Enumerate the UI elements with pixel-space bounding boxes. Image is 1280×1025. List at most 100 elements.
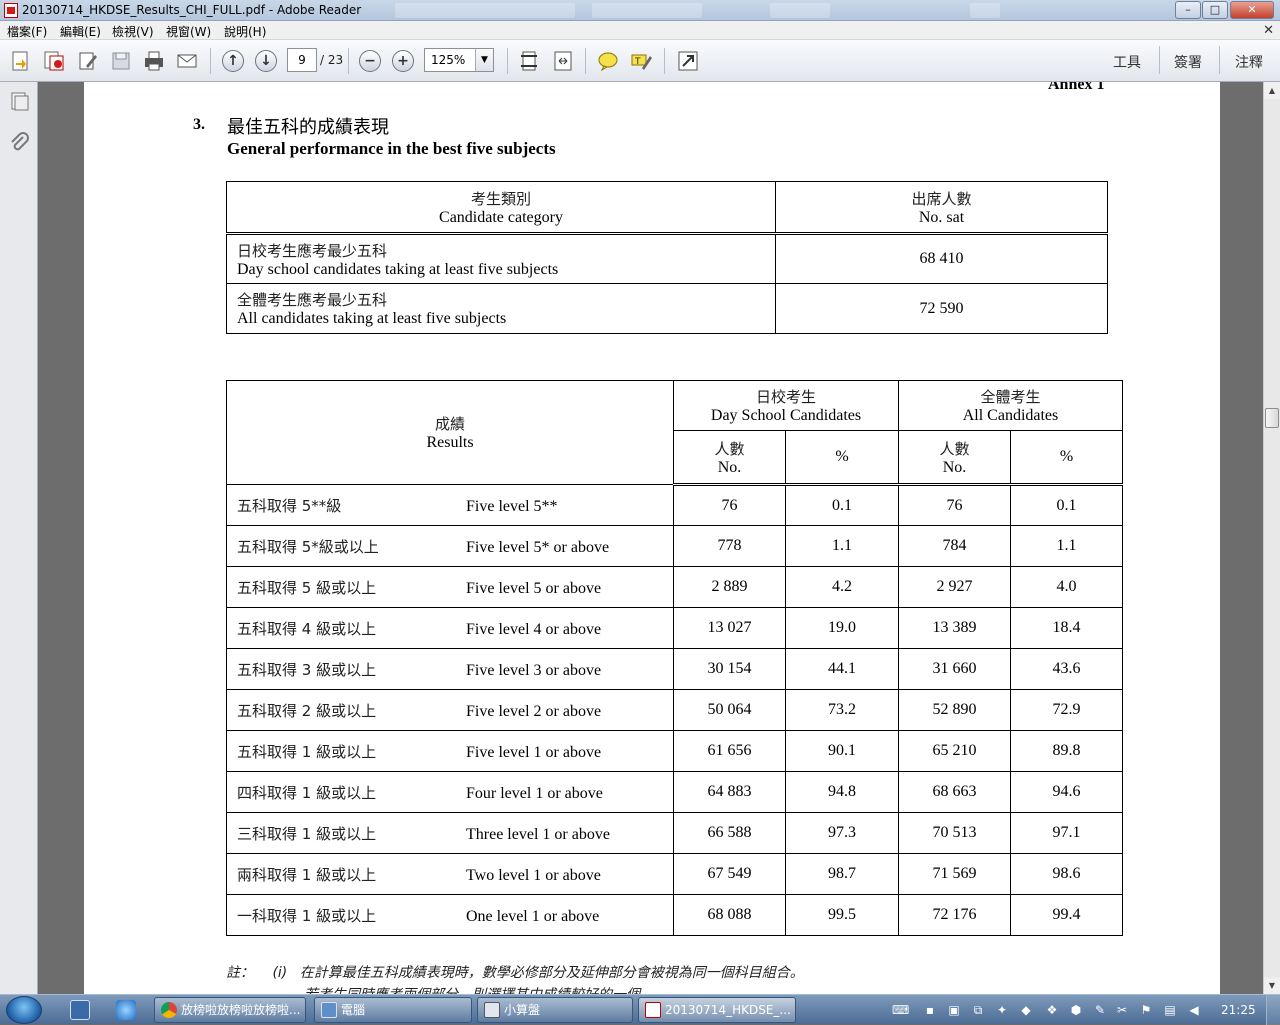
sign-button[interactable]: 簽署 (1174, 52, 1202, 72)
cell-all-no: 76 (898, 484, 1011, 526)
taskbar-clock[interactable]: 21:25 (1221, 1003, 1256, 1017)
network-app-icon[interactable]: ✦ (994, 1002, 1010, 1018)
attachments-icon[interactable] (8, 132, 30, 154)
result-label-cell: 五科取得 2 級或以上 Five level 2 or above (226, 689, 674, 731)
tool-icon[interactable]: ✂ (1114, 1002, 1130, 1018)
monitor-icon[interactable]: ▪ (922, 1002, 938, 1018)
cell-day-pct: 94.8 (785, 771, 899, 813)
keyboard-icon[interactable]: ⌨ (892, 1002, 909, 1018)
taskbar-label: 電腦 (341, 1003, 366, 1017)
cell-day-pct: 99.5 (785, 894, 899, 936)
menu-file[interactable]: 檔案(F) (7, 23, 47, 40)
section-number: 3. (193, 116, 205, 133)
fullscreen-icon[interactable] (676, 49, 700, 73)
candidates-sat-table: 考生類別 Candidate category 出席人數 No. sat 日校考… (226, 181, 1108, 334)
header-day-school: 日校考生 Day School Candidates (673, 380, 899, 431)
vertical-scrollbar[interactable]: ▲ ▼ (1263, 82, 1280, 994)
minimize-button[interactable]: – (1175, 1, 1201, 19)
dropbox-icon[interactable]: ❖ (1044, 1002, 1060, 1018)
show-desktop-button[interactable] (1266, 995, 1280, 1025)
zoom-out-button[interactable]: − (358, 49, 382, 73)
cell-all-pct: 4.0 (1010, 566, 1123, 608)
zoom-select[interactable]: 125% ▼ (424, 48, 494, 72)
fit-width-icon[interactable] (551, 49, 575, 73)
result-label-en: Five level 1 or above (466, 743, 602, 761)
minimize-icon: – (1185, 3, 1191, 16)
close-button[interactable]: ✕ (1230, 1, 1274, 19)
print-icon[interactable] (142, 49, 166, 73)
taskbar-adobe-reader-window[interactable]: 20130714_HKDSE_... (638, 997, 796, 1023)
edit-icon[interactable] (76, 49, 100, 73)
result-label-cell: 三科取得 1 級或以上 Three level 1 or above (226, 812, 674, 854)
cell-all-pct: 0.1 (1010, 484, 1123, 526)
title-bar-reflection (592, 3, 702, 18)
no-sat-cell: 68 410 (775, 233, 1108, 284)
menu-edit[interactable]: 編輯(E) (60, 23, 101, 40)
cell-day-pct: 98.7 (785, 853, 899, 895)
next-page-button[interactable]: ↓ (254, 49, 278, 73)
computer-icon (321, 1002, 337, 1018)
taskbar-chrome-window[interactable]: 放榜啦放榜啦放榜啦... (154, 997, 306, 1023)
prev-page-button[interactable]: ↑ (221, 49, 245, 73)
comment-panel-button[interactable]: 注釋 (1235, 52, 1263, 72)
header-en: No. (942, 458, 967, 476)
menu-help[interactable]: 說明(H) (224, 23, 266, 40)
start-button[interactable] (6, 996, 42, 1024)
zoom-in-button[interactable]: + (391, 49, 415, 73)
category-zh: 日校考生應考最少五科 (237, 241, 388, 260)
save-icon[interactable] (109, 49, 133, 73)
page-number-input[interactable]: 9 (287, 48, 317, 72)
maximize-button[interactable]: □ (1202, 1, 1228, 19)
toolbar-separator (664, 48, 665, 74)
table-row: 五科取得 4 級或以上 Five level 4 or above 13 027 19… (226, 607, 1123, 649)
close-document-icon[interactable]: ✕ (1263, 23, 1274, 38)
document-viewport[interactable]: Annex 1 3. 最佳五科的成績表現 General performance… (38, 82, 1263, 994)
menu-view[interactable]: 檢視(V) (112, 23, 154, 40)
internet-explorer-icon[interactable] (116, 1000, 136, 1020)
header-zh: 人數 (714, 439, 745, 458)
menu-window[interactable]: 視窗(W) (166, 23, 211, 40)
note-text: 在計算最佳五科成績表現時，數學必修部分及延伸部分會被視為同一個科目組合。 (299, 965, 804, 981)
email-icon[interactable] (175, 49, 199, 73)
page-thumbnails-icon[interactable] (8, 90, 30, 112)
highlight-icon[interactable]: T (629, 49, 653, 73)
taskbar-calculator-window[interactable]: 小算盤 (477, 997, 633, 1023)
display-icon[interactable]: ▣ (946, 1002, 962, 1018)
comment-icon[interactable] (596, 49, 620, 73)
header-en: No. sat (918, 208, 965, 226)
result-label-zh: 五科取得 1 級或以上 (237, 742, 377, 761)
result-label-cell: 五科取得 4 級或以上 Five level 4 or above (226, 607, 674, 649)
tools-button[interactable]: 工具 (1113, 52, 1141, 72)
adobe-reader-icon (4, 3, 18, 18)
result-label-en: Five level 5** (466, 497, 558, 515)
device-icon[interactable]: ⧉ (970, 1002, 986, 1018)
table-header-row: 考生類別 Candidate category 出席人數 No. sat (226, 181, 1108, 235)
scrollbar-thumb[interactable] (1265, 408, 1279, 428)
table-row: 兩科取得 1 級或以上 Two level 1 or above 67 549 98.… (226, 853, 1123, 895)
volume-icon[interactable]: ◀ (1186, 1002, 1202, 1018)
chevron-down-icon[interactable]: ▼ (475, 49, 493, 71)
cell-all-pct: 99.4 (1010, 894, 1123, 936)
result-label-cell: 四科取得 1 級或以上 Four level 1 or above (226, 771, 674, 813)
audio-device-icon[interactable]: ✎ (1092, 1002, 1108, 1018)
combine-files-icon[interactable] (42, 49, 66, 73)
scroll-up-icon[interactable]: ▲ (1264, 82, 1280, 99)
result-label-zh: 四科取得 1 級或以上 (237, 783, 377, 802)
create-pdf-icon[interactable] (9, 49, 33, 73)
network-icon[interactable]: ▤ (1162, 1002, 1178, 1018)
result-label-cell: 一科取得 1 級或以上 One level 1 or above (226, 894, 674, 936)
result-label-zh: 五科取得 4 級或以上 (237, 619, 377, 638)
show-desktop-quick-icon[interactable] (70, 1000, 90, 1020)
security-icon[interactable]: ◆ (1018, 1002, 1034, 1018)
fit-page-icon[interactable] (517, 49, 541, 73)
taskbar-computer-window[interactable]: 電腦 (314, 997, 472, 1023)
flag-icon[interactable]: ⚑ (1138, 1002, 1154, 1018)
result-label-en: Five level 5 or above (466, 579, 602, 597)
cell-all-pct: 18.4 (1010, 607, 1123, 649)
footnote-line-2: 若考生同時應考兩個部分，則選擇其中成績較好的一個。 (304, 984, 654, 994)
shield-icon[interactable]: ⬢ (1068, 1002, 1084, 1018)
cell-day-pct: 1.1 (785, 525, 899, 567)
table-row: 五科取得 5 級或以上 Five level 5 or above 2 889 4.2… (226, 566, 1123, 608)
scroll-down-icon[interactable]: ▼ (1264, 977, 1280, 994)
result-label-en: One level 1 or above (466, 907, 600, 925)
